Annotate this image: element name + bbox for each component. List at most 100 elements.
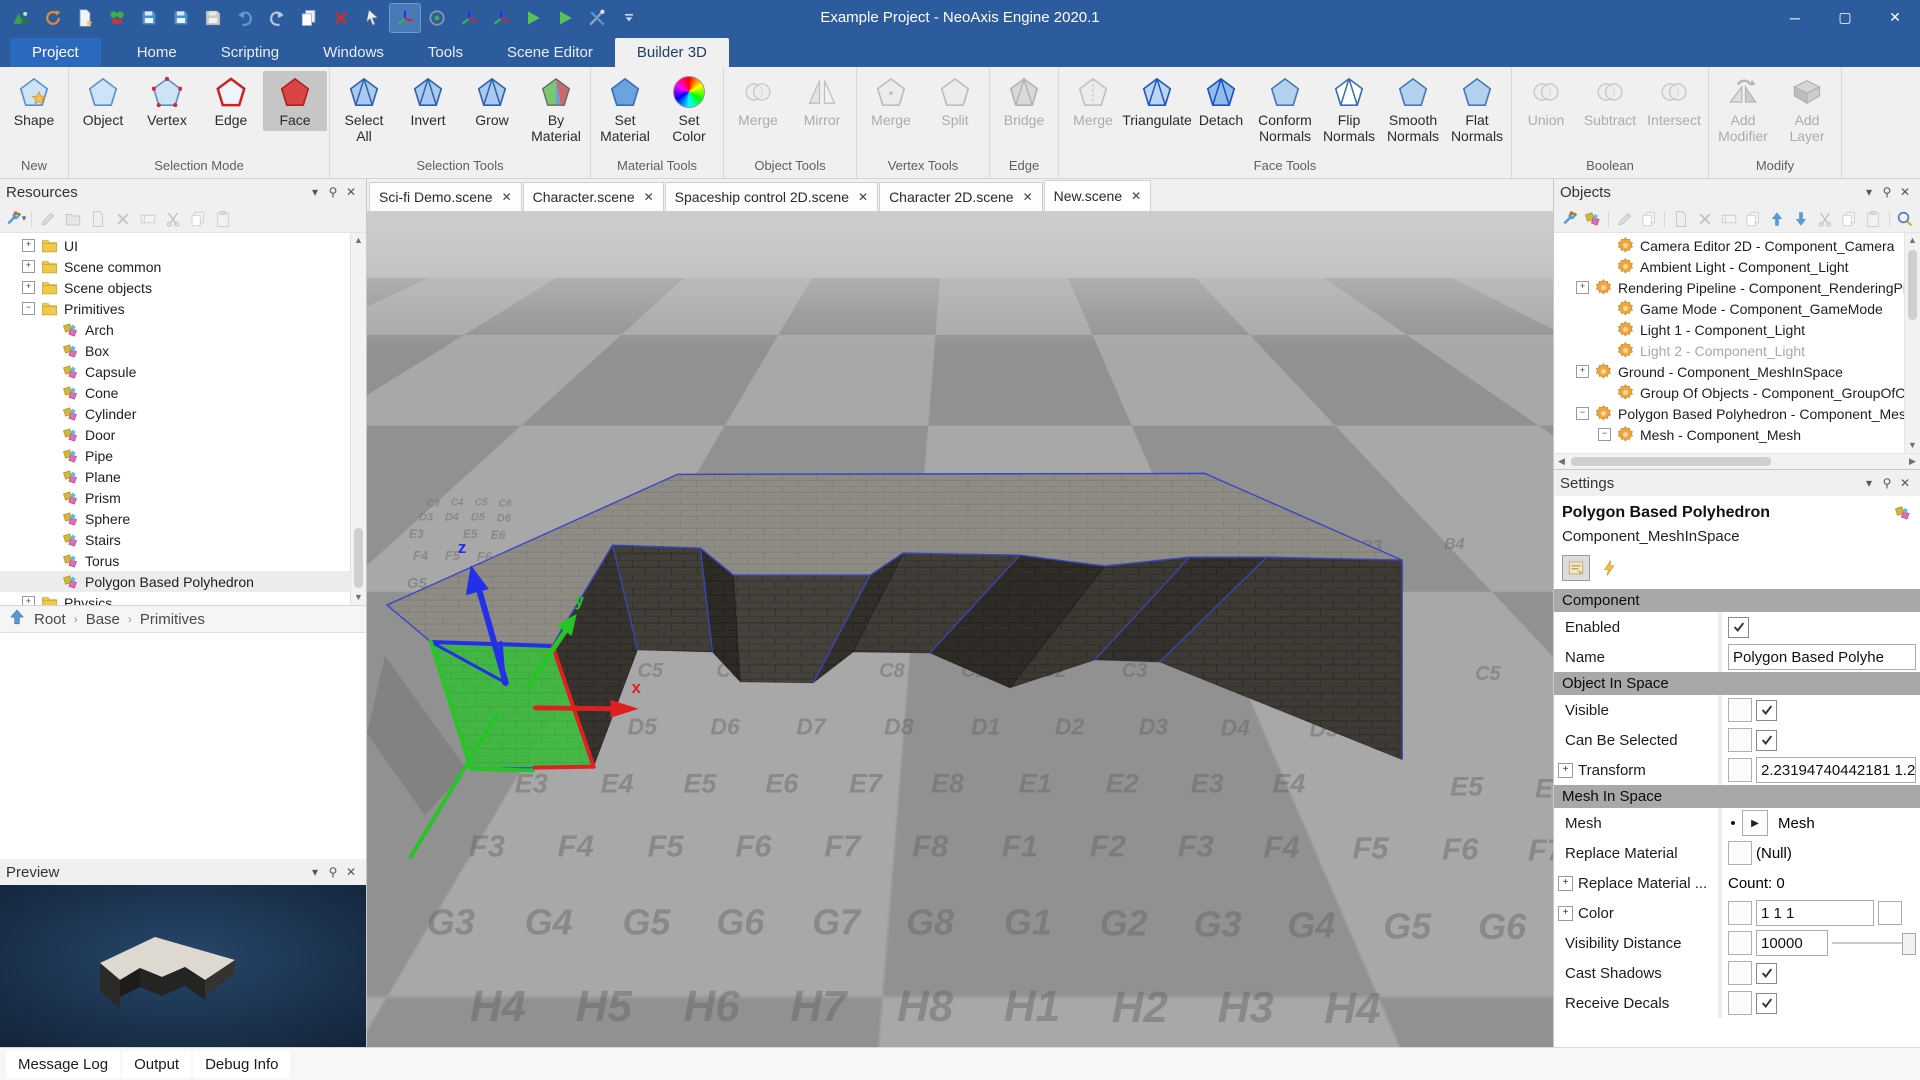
scroll-down-icon[interactable]: ▼ [354, 590, 363, 605]
tree-item-primitives[interactable]: −Primitives [0, 298, 350, 319]
paste-icon[interactable] [212, 208, 234, 230]
scroll-left-icon[interactable]: ◀ [1554, 456, 1569, 467]
tree-item-scene-objects[interactable]: +Scene objects [0, 277, 350, 298]
collapse-icon[interactable]: − [1598, 428, 1611, 441]
close-tab-icon[interactable]: ✕ [1023, 190, 1033, 204]
scale-gizmo-icon[interactable] [486, 4, 516, 32]
tree-item-stairs[interactable]: Stairs [0, 529, 350, 550]
face-button[interactable]: Face [263, 71, 327, 131]
set-material-button[interactable]: Set Material [593, 71, 657, 147]
intersect-button[interactable]: Intersect [1642, 71, 1706, 131]
bridge-button[interactable]: Bridge [992, 71, 1056, 131]
tree-item-camera-editor-2d-component-camera[interactable]: Camera Editor 2D - Component_Camera [1554, 235, 1904, 256]
grow-button[interactable]: Grow [460, 71, 524, 131]
flat-normals-button[interactable]: Flat Normals [1445, 71, 1509, 147]
new-resource-icon[interactable] [87, 208, 109, 230]
default-value-box[interactable] [1728, 841, 1752, 865]
expand-icon[interactable]: + [1558, 876, 1573, 891]
viewport-3d[interactable]: C3C4C5C6D3D4D5D6E3E5E6F4F5F6G5H6B5B6B3B4… [367, 211, 1553, 1047]
close-icon[interactable]: ✕ [1896, 185, 1914, 199]
save-as-icon[interactable] [166, 4, 196, 32]
tree-item-ambient-light-component-light[interactable]: Ambient Light - Component_Light [1554, 256, 1904, 277]
options-icon[interactable] [1558, 208, 1579, 230]
merge-button[interactable]: Merge [859, 71, 923, 131]
refresh-icon[interactable] [38, 4, 68, 32]
invert-button[interactable]: Invert [396, 71, 460, 131]
reference-menu-button[interactable]: ▶ [1742, 810, 1768, 836]
new-file-icon[interactable] [70, 4, 100, 32]
merge-button[interactable]: Merge [726, 71, 790, 131]
dropdown-icon[interactable]: ▾ [1860, 185, 1878, 199]
tree-item-door[interactable]: Door [0, 424, 350, 445]
tree-item-torus[interactable]: Torus [0, 550, 350, 571]
delete-icon[interactable] [1694, 208, 1715, 230]
pin-icon[interactable]: ⚲ [324, 185, 342, 199]
default-value-box[interactable] [1728, 901, 1752, 925]
close-tab-icon[interactable]: ✕ [644, 190, 654, 204]
cut-icon[interactable] [1815, 208, 1836, 230]
scene-tab-new-scene[interactable]: New.scene✕ [1044, 180, 1152, 211]
duplicate-icon[interactable] [294, 4, 324, 32]
breadcrumb-item-base[interactable]: Base [86, 611, 120, 628]
bottom-tab-message-log[interactable]: Message Log [6, 1051, 120, 1078]
save-all-icon[interactable] [198, 4, 228, 32]
options-icon[interactable]: ▾ [4, 208, 26, 230]
tree-item-ui[interactable]: +UI [0, 235, 350, 256]
default-value-box[interactable] [1728, 758, 1752, 782]
slider-track[interactable] [1832, 942, 1916, 944]
dropdown-icon[interactable]: ▾ [306, 185, 324, 199]
play-icon[interactable] [550, 4, 580, 32]
expand-icon[interactable]: + [1576, 365, 1589, 378]
tree-item-group-of-objects-component-groupofobject[interactable]: Group Of Objects - Component_GroupOfObje… [1554, 382, 1904, 403]
import-icon[interactable] [62, 208, 84, 230]
ribbon-tab-tools[interactable]: Tools [406, 38, 485, 67]
default-value-box[interactable] [1728, 931, 1752, 955]
play-editor-icon[interactable] [518, 4, 548, 32]
scene-tab-sci-fi-demo-scene[interactable]: Sci-fi Demo.scene✕ [369, 182, 522, 211]
expand-icon[interactable]: + [22, 239, 35, 252]
conform-normals-button[interactable]: Conform Normals [1253, 71, 1317, 147]
close-icon[interactable]: ✕ [342, 185, 360, 199]
bottom-tab-output[interactable]: Output [122, 1051, 191, 1078]
value-input[interactable]: 2.23194740442181 1.266 [1756, 757, 1916, 783]
delete-icon[interactable] [112, 208, 134, 230]
mirror-button[interactable]: Mirror [790, 71, 854, 131]
close-button[interactable]: ✕ [1870, 0, 1920, 35]
tree-item-ground-component-meshinspace[interactable]: +Ground - Component_MeshInSpace [1554, 361, 1904, 382]
tree-item-rendering-pipeline-component-renderingpi[interactable]: +Rendering Pipeline - Component_Renderin… [1554, 277, 1904, 298]
close-tab-icon[interactable]: ✕ [858, 190, 868, 204]
collapse-icon[interactable]: − [1576, 407, 1589, 420]
resources-scrollbar[interactable]: ▲ ▼ [350, 233, 366, 605]
ribbon-tab-windows[interactable]: Windows [301, 38, 406, 67]
flip-normals-button[interactable]: Flip Normals [1317, 71, 1381, 147]
tree-item-pipe[interactable]: Pipe [0, 445, 350, 466]
scroll-up-icon[interactable]: ▲ [354, 233, 363, 248]
tree-item-cone[interactable]: Cone [0, 382, 350, 403]
move-gizmo-icon[interactable] [390, 4, 420, 32]
checkbox[interactable] [1728, 617, 1749, 638]
subtract-button[interactable]: Subtract [1578, 71, 1642, 131]
checkbox[interactable] [1756, 730, 1777, 751]
preview-3d-view[interactable] [0, 885, 366, 1052]
expand-icon[interactable]: + [1558, 906, 1573, 921]
scroll-up-icon[interactable]: ▲ [1908, 233, 1917, 248]
checkbox[interactable] [1756, 963, 1777, 984]
ribbon-tab-project[interactable]: Project [10, 38, 101, 67]
triangulate-button[interactable]: Triangulate [1125, 71, 1189, 131]
breadcrumb-up-icon[interactable] [8, 608, 26, 630]
tree-item-polygon-based-polyhedron-component-meshi[interactable]: −Polygon Based Polyhedron - Component_Me… [1554, 403, 1904, 424]
breadcrumb-up-icon[interactable] [8, 608, 26, 626]
mesh-icon[interactable] [1582, 208, 1603, 230]
tree-item-mesh-component-mesh[interactable]: −Mesh - Component_Mesh [1554, 424, 1904, 445]
ribbon-tab-builder-3d[interactable]: Builder 3D [615, 38, 729, 67]
dropdown-icon[interactable]: ▾ [306, 865, 324, 879]
copy-icon[interactable] [187, 208, 209, 230]
objects-hscrollbar[interactable]: ◀ ▶ [1554, 453, 1920, 469]
object-button[interactable]: Object [71, 71, 135, 131]
markers-icon[interactable] [102, 4, 132, 32]
breadcrumb-item-root[interactable]: Root [34, 611, 66, 628]
tree-item-scene-common[interactable]: +Scene common [0, 256, 350, 277]
tree-item-arch[interactable]: Arch [0, 319, 350, 340]
minimize-button[interactable]: ─ [1770, 0, 1820, 35]
tree-item-physics[interactable]: +Physics [0, 592, 350, 605]
